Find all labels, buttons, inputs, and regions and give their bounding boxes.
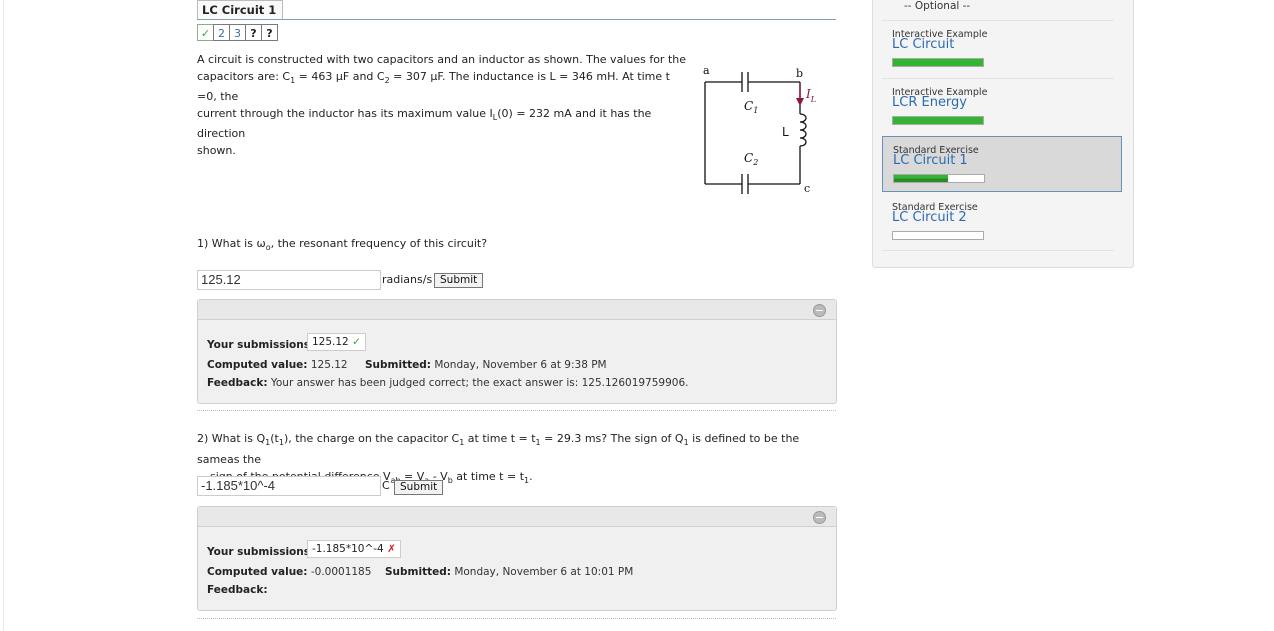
problem-line-4: shown. [197,143,236,157]
part-progress: ✓ 2 3 ? ? [197,24,278,41]
problem-statement: A circuit is constructed with two capaci… [197,52,687,159]
part-2[interactable]: 2 [213,24,230,41]
collapse-icon[interactable] [813,511,826,524]
q1-answer-input[interactable]: 125.12 [197,270,381,290]
q2-feedback-label: Feedback: [207,584,268,596]
c1-label: C1 [744,99,758,115]
q2-submission-panel: Your submissions: -1.185*10^-4 ✗ Compute… [197,506,837,611]
inductor-label: L [782,125,789,139]
sidebar-divider [882,250,1114,251]
part-3[interactable]: 3 [229,24,246,41]
page-left-border [3,0,4,631]
sidebar-progress-fill [894,175,948,182]
exercise-title: LC Circuit 1 [197,0,284,20]
q1-feedback-row: Feedback: Your answer has been judged co… [207,377,689,389]
sidebar-optional-heading: -- Optional -- [904,0,971,12]
problem-line-2: capacitors are: C1 = 463 μF and C2 = 307… [197,69,670,104]
sidebar-divider [882,78,1114,79]
question-1-text: 1) What is ωo, the resonant frequency of… [197,237,488,253]
sidebar-divider [882,20,1114,21]
node-b-label: b [796,67,803,80]
sidebar-progress-fill [893,59,983,66]
q2-submit-button[interactable]: Submit [394,480,444,495]
sidebar-progress-fill [893,117,983,124]
q1-submit-button[interactable]: Submit [434,273,484,288]
sidebar-item-lcr-energy[interactable]: Interactive Example LCR Energy [882,82,1122,138]
q2-answer-input[interactable]: -1.185*10^-4 [197,476,381,496]
q2-your-submissions-label: Your submissions: [207,546,315,558]
sidebar-progress-bar [893,174,985,183]
q1-unit-label: radians/s [382,273,433,286]
problem-line-3: current through the inductor has its max… [197,106,652,141]
c2-label: C2 [744,151,758,167]
q2-submitted-row: Submitted: Monday, November 6 at 10:01 P… [385,566,634,578]
question-divider [197,410,836,411]
circuit-diagram: a b c C1 C2 L IL [703,64,816,195]
q1-submission-value: 125.12 [312,336,349,348]
part-5-unknown[interactable]: ? [261,24,278,41]
q2-unit-label: C [382,479,390,492]
collapse-icon[interactable] [813,304,826,317]
q2-submission-badge: -1.185*10^-4 ✗ [307,540,401,558]
sidebar-progress-bar [892,58,984,67]
q2-computed-row: Computed value: -0.0001185 [207,566,372,578]
sidebar-item-name: LCR Energy [892,95,967,110]
sidebar-progress-bar [892,231,984,240]
title-divider [197,19,836,20]
sidebar-item-name: LC Circuit [892,37,955,52]
q1-computed-row: Computed value: 125.12 [207,359,348,371]
problem-line-1: A circuit is constructed with two capaci… [197,53,687,66]
current-label: IL [805,87,816,104]
part-1-complete[interactable]: ✓ [197,24,214,41]
q1-your-submissions-label: Your submissions: [207,339,315,351]
q2-submission-value: -1.185*10^-4 [312,543,384,555]
sidebar-item-lc-circuit-2[interactable]: Standard Exercise LC Circuit 2 [882,196,1122,252]
sidebar-item-lc-circuit-1[interactable]: Standard Exercise LC Circuit 1 [882,136,1122,192]
cross-icon: ✗ [387,543,396,555]
sidebar-item-name: LC Circuit 1 [893,153,968,168]
q1-submitted-row: Submitted: Monday, November 6 at 9:38 PM [365,359,607,371]
q2-panel-header [198,507,836,527]
sidebar-item-lc-circuit[interactable]: Interactive Example LC Circuit [882,24,1122,80]
q1-submission-panel: Your submissions: 125.12 ✓ Computed valu… [197,299,837,404]
current-arrow-icon [796,84,804,106]
q1-submission-badge: 125.12 ✓ [307,333,366,351]
sidebar-item-name: LC Circuit 2 [892,210,967,225]
q1-panel-header [198,300,836,320]
sidebar-progress-bar [892,116,984,125]
question-divider [197,618,836,619]
node-a-label: a [703,64,710,77]
check-icon: ✓ [352,336,361,348]
q2-line-1: 2) What is Q1(t1), the charge on the cap… [197,432,800,467]
node-c-label: c [804,182,810,195]
part-4-unknown[interactable]: ? [245,24,262,41]
